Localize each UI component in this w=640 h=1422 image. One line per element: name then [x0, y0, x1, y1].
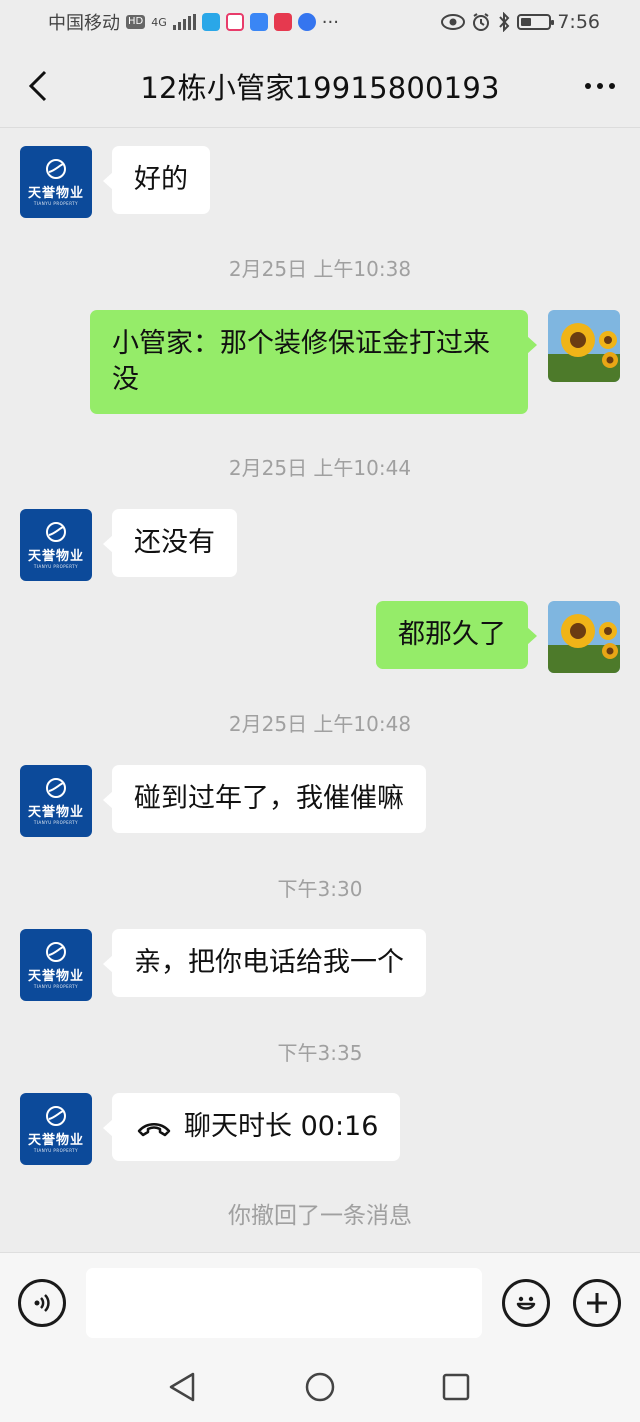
search-app-icon: [201, 13, 220, 31]
message-row: 都那久了: [0, 601, 640, 673]
user-avatar[interactable]: [548, 601, 620, 673]
input-bar: [0, 1252, 640, 1352]
message-row: 天誉物业 TIANYU PROPERTY 还没有: [0, 509, 640, 581]
contact-avatar[interactable]: 天誉物业 TIANYU PROPERTY: [20, 146, 92, 218]
brand-sub: TIANYU PROPERTY: [33, 564, 79, 569]
brand-name: 天誉物业: [27, 805, 84, 820]
triangle-back-icon: [169, 1372, 195, 1402]
status-left: 中国移动 HD 4G ···: [48, 9, 339, 35]
chat-title: 12栋小管家19915800193: [140, 70, 500, 105]
message-bubble[interactable]: 还没有: [103, 509, 237, 577]
message-row: 天誉物业 TIANYU PROPERTY 碰到过年了，我催催嘛: [0, 765, 640, 837]
logo-icon: [46, 522, 66, 542]
alarm-icon: [473, 13, 490, 31]
timestamp: 2月25日 上午10:38: [228, 257, 412, 281]
voice-button[interactable]: [18, 1279, 66, 1327]
brand-sub: TIANYU PROPERTY: [33, 820, 79, 825]
contact-avatar[interactable]: 天誉物业 TIANYU PROPERTY: [20, 765, 92, 837]
timestamp: 2月25日 上午10:44: [228, 456, 412, 480]
timestamp: 2月25日 上午10:48: [228, 712, 412, 736]
brand-name: 天誉物业: [27, 1133, 84, 1148]
chevron-left-icon: [28, 70, 47, 102]
nav-back-button[interactable]: [164, 1369, 200, 1405]
message-bubble[interactable]: 亲，把你电话给我一个: [103, 929, 426, 997]
phone-hangup-icon: [137, 1122, 171, 1136]
battery-icon: [517, 14, 555, 30]
nav-recents-button[interactable]: [438, 1369, 474, 1405]
add-button[interactable]: [573, 1279, 621, 1327]
hd-badge: HD: [126, 15, 146, 29]
logo-icon: [46, 1106, 66, 1126]
circle-home-icon: [305, 1372, 335, 1402]
carrier-label: 中国移动: [48, 13, 120, 34]
square-recents-icon: [442, 1373, 470, 1401]
logo-icon: [46, 778, 66, 798]
dot: [609, 83, 615, 89]
status-bar: 中国移动 HD 4G ··· 7:56: [0, 0, 640, 44]
message-bubble[interactable]: 碰到过年了，我催催嘛: [103, 765, 426, 833]
timestamp: 下午3:30: [277, 877, 363, 901]
message-bubble[interactable]: 好的: [103, 146, 210, 214]
signal-icon: [172, 14, 196, 30]
emoji-icon: [516, 1296, 536, 1310]
dot: [597, 83, 603, 89]
brand-name: 天誉物业: [27, 969, 84, 984]
bluetooth-icon: [499, 12, 510, 32]
clock: 7:56: [557, 11, 600, 33]
sunflower-avatar-icon: [548, 310, 620, 382]
user-avatar[interactable]: [548, 310, 620, 382]
timestamp: 下午3:35: [277, 1041, 363, 1065]
message-row: 天誉物业 TIANYU PROPERTY 好的: [0, 146, 640, 218]
call-bubble[interactable]: 聊天时长 00:16: [102, 1093, 401, 1161]
logo-icon: [46, 942, 66, 962]
brand-sub: TIANYU PROPERTY: [33, 1148, 79, 1153]
red-app-icon: [273, 13, 292, 31]
system-message: 你撤回了一条消息: [228, 1203, 412, 1229]
logo-icon: [46, 159, 66, 179]
contact-avatar[interactable]: 天誉物业 TIANYU PROPERTY: [20, 509, 92, 581]
brand-sub: TIANYU PROPERTY: [33, 201, 79, 206]
sunflower-avatar-icon: [548, 601, 620, 673]
contact-avatar[interactable]: 天誉物业 TIANYU PROPERTY: [20, 1093, 92, 1165]
plus-icon: [587, 1293, 607, 1313]
message-bubble[interactable]: 小管家：那个装修保证金打过来没: [90, 310, 537, 414]
cloud-app-icon: [249, 13, 268, 31]
more-notifications: ···: [321, 11, 339, 33]
voice-icon: [34, 1294, 50, 1312]
more-options-button[interactable]: [580, 68, 620, 104]
dot: [585, 83, 591, 89]
message-row: 天誉物业 TIANYU PROPERTY 亲，把你电话给我一个: [0, 929, 640, 1001]
video-app-icon: [225, 13, 244, 31]
eye-icon: [441, 14, 466, 30]
message-input[interactable]: [86, 1268, 482, 1338]
bulb-app-icon: [297, 13, 316, 31]
message-row: 天誉物业 TIANYU PROPERTY 聊天时长 00:16: [0, 1093, 640, 1165]
system-nav-bar: [0, 1352, 640, 1422]
brand-name: 天誉物业: [27, 186, 84, 201]
network-label: 4G: [151, 15, 167, 29]
status-right: 7:56: [441, 11, 600, 33]
call-duration: 聊天时长 00:16: [184, 1111, 379, 1142]
emoji-button[interactable]: [502, 1279, 550, 1327]
contact-avatar[interactable]: 天誉物业 TIANYU PROPERTY: [20, 929, 92, 1001]
brand-sub: TIANYU PROPERTY: [33, 984, 79, 989]
chat-header: 12栋小管家19915800193: [0, 44, 640, 128]
nav-home-button[interactable]: [302, 1369, 338, 1405]
message-row: 小管家：那个装修保证金打过来没: [0, 310, 640, 416]
message-bubble[interactable]: 都那久了: [376, 601, 537, 669]
brand-name: 天誉物业: [27, 549, 84, 564]
back-button[interactable]: [18, 66, 58, 106]
